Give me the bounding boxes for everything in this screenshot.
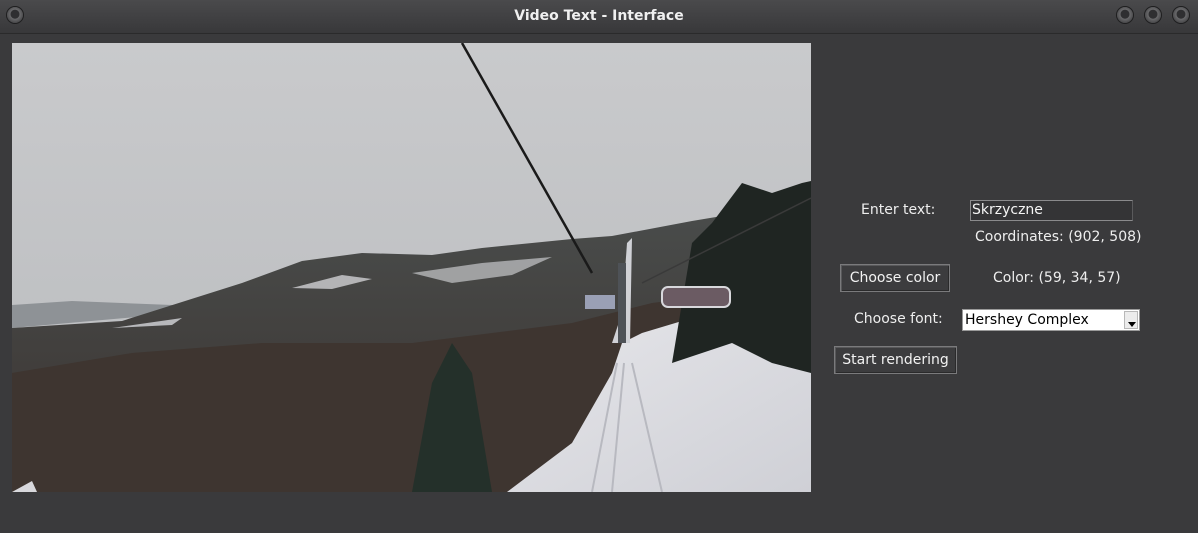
video-frame[interactable] xyxy=(12,43,811,492)
choose-color-button[interactable]: Choose color xyxy=(840,264,950,292)
minimize-icon[interactable] xyxy=(1117,7,1133,23)
video-frame-image xyxy=(12,43,811,492)
color-label: Color: (59, 34, 57) xyxy=(993,270,1121,286)
window-title: Video Text - Interface xyxy=(514,8,684,24)
text-input[interactable]: Skrzyczne xyxy=(970,200,1133,221)
title-bar: Video Text - Interface xyxy=(0,0,1198,34)
enter-text-label: Enter text: xyxy=(861,202,936,218)
chevron-down-icon[interactable] xyxy=(1124,311,1138,329)
font-select[interactable]: Hershey Complex xyxy=(962,309,1140,331)
choose-font-label: Choose font: xyxy=(854,311,943,327)
close-icon[interactable] xyxy=(1173,7,1189,23)
coordinates-label: Coordinates: (902, 508) xyxy=(975,229,1142,245)
maximize-icon[interactable] xyxy=(1145,7,1161,23)
font-select-value: Hershey Complex xyxy=(965,312,1089,328)
start-rendering-button[interactable]: Start rendering xyxy=(834,346,957,374)
